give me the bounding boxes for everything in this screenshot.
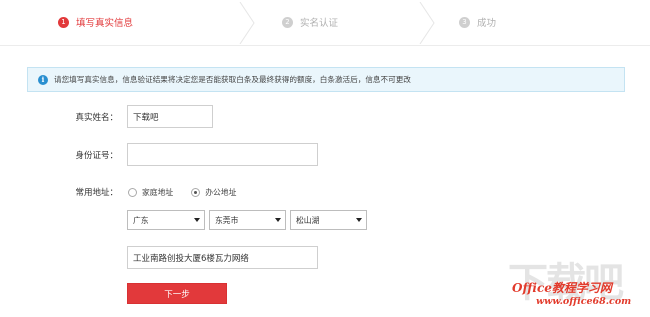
dropdown-arrow-icon	[275, 218, 281, 222]
radio-office-address[interactable]: 办公地址	[191, 187, 236, 198]
dropdown-arrow-icon	[194, 218, 200, 222]
info-notice: i 请您填写真实信息，信息验证结果将决定您是否能获取白条及最终获得的额度，白条激…	[27, 67, 625, 92]
step-1: 1 填写真实信息	[58, 14, 133, 30]
step-divider-chevron-icon	[419, 2, 435, 44]
radio-button-checked-icon[interactable]	[191, 187, 201, 197]
info-icon: i	[38, 74, 48, 85]
city-select[interactable]: 东莞市	[209, 210, 286, 230]
province-select[interactable]: 广东	[127, 210, 205, 230]
name-input[interactable]: 下载吧	[127, 105, 213, 128]
notice-text: 请您填写真实信息，信息验证结果将决定您是否能获取白条及最终获得的额度，白条激活后…	[54, 75, 411, 84]
id-number-label: 身份证号：	[75, 151, 118, 161]
step-progress-bar: 1 填写真实信息 2 实名认证 3 成功	[0, 0, 650, 46]
step-2: 2 实名认证	[282, 14, 338, 30]
watermark-brand-b: 教程学习网	[551, 281, 612, 295]
step-2-number: 2	[282, 16, 293, 28]
district-select[interactable]: 松山湖	[290, 210, 367, 230]
watermark-brand: Office教程学习网	[512, 279, 612, 296]
next-step-button[interactable]: 下一步	[127, 283, 227, 304]
address-label: 常用地址：	[75, 188, 118, 198]
detail-address-input[interactable]: 工业南路创投大厦6楼瓦力网络	[127, 246, 318, 269]
watermark-url: www.office68.com	[536, 296, 632, 307]
step-1-label: 填写真实信息	[76, 18, 134, 29]
district-value: 松山湖	[296, 215, 320, 225]
watermark-brand-a: Office	[512, 281, 552, 295]
city-value: 东莞市	[215, 215, 239, 225]
name-label: 真实姓名：	[75, 113, 118, 123]
step-2-label: 实名认证	[300, 18, 339, 29]
dropdown-arrow-icon	[356, 218, 362, 222]
radio-home-label: 家庭地址	[142, 187, 174, 197]
step-divider-chevron-icon	[239, 2, 255, 44]
radio-home-address[interactable]: 家庭地址	[128, 187, 173, 198]
step-3-label: 成功	[477, 18, 497, 29]
radio-office-label: 办公地址	[205, 187, 237, 197]
province-value: 广东	[133, 215, 149, 225]
step-1-number: 1	[58, 16, 69, 28]
radio-button-icon[interactable]	[128, 187, 137, 197]
step-3: 3 成功	[459, 14, 496, 30]
id-number-input[interactable]	[127, 143, 318, 166]
address-type-radio-group: 家庭地址 办公地址	[128, 185, 254, 199]
step-3-number: 3	[459, 16, 470, 28]
